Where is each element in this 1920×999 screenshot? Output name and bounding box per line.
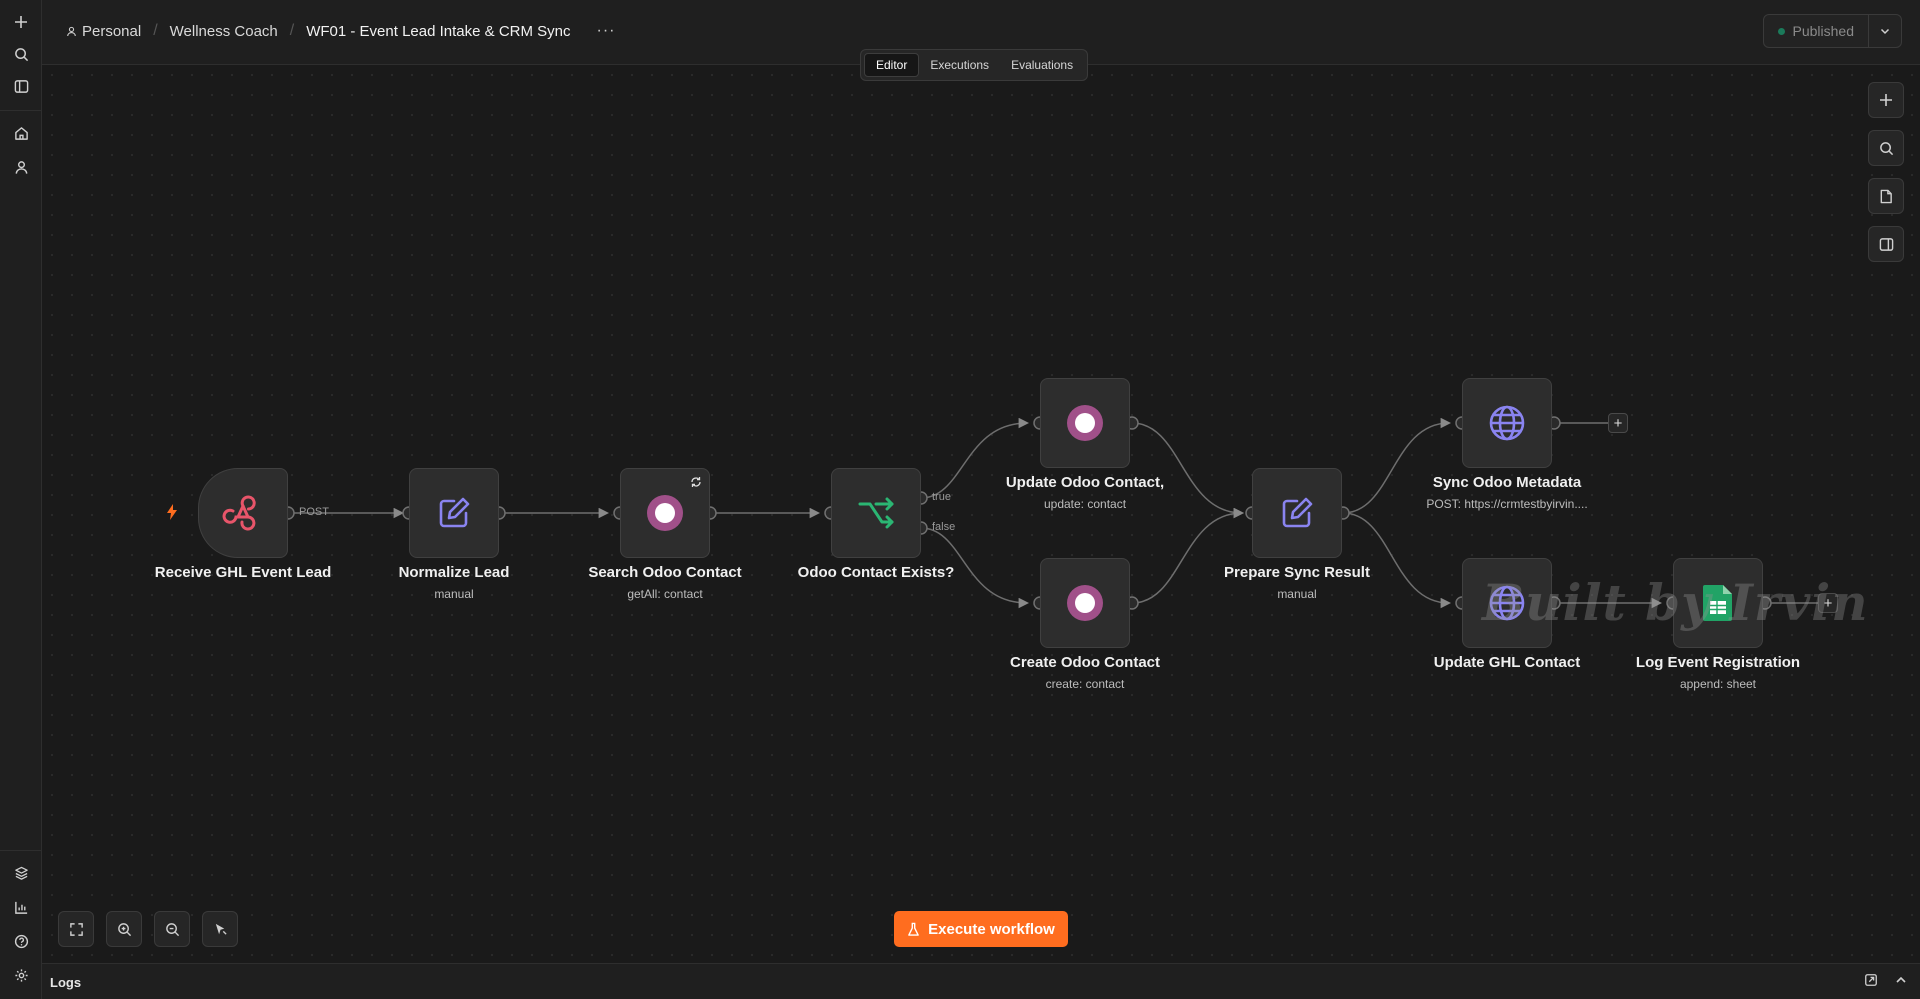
node-log-event-registration[interactable] (1673, 558, 1763, 648)
publish-status-dot (1777, 27, 1785, 35)
sidebar-toggle-icon[interactable] (9, 74, 33, 98)
left-sidebar (0, 0, 42, 999)
node-prepare-sync-result[interactable] (1252, 468, 1342, 558)
published-label: Published (1792, 23, 1855, 39)
edge-label-false: false (932, 521, 956, 533)
add-node-button[interactable]: + (1608, 413, 1628, 433)
node-subtitle: update: contact (1043, 497, 1127, 511)
node-subtitle: getAll: contact (627, 587, 703, 601)
chevron-up-icon[interactable] (1894, 973, 1908, 987)
published-button[interactable]: Published (1764, 15, 1869, 47)
zoom-toolbar (58, 911, 238, 947)
webhook-icon (222, 495, 256, 531)
workflow-canvas[interactable]: Receive GHL Event Lead POST Normalize Le… (42, 65, 1920, 963)
help-icon[interactable] (9, 929, 33, 953)
fit-view-icon[interactable] (58, 911, 94, 947)
globe-icon (1489, 585, 1525, 621)
node-sync-odoo-metadata[interactable] (1462, 378, 1552, 468)
breadcrumb-project[interactable]: Personal (66, 23, 141, 40)
insights-icon[interactable] (9, 895, 33, 919)
templates-icon[interactable] (9, 861, 33, 885)
workflow-name[interactable]: WF01 - Event Lead Intake & CRM Sync (306, 23, 570, 40)
node-update-odoo-contact[interactable] (1040, 378, 1130, 468)
workflow-name-label: WF01 - Event Lead Intake & CRM Sync (306, 22, 571, 40)
node-create-odoo-contact[interactable] (1040, 558, 1130, 648)
more-options-button[interactable]: ··· (597, 22, 616, 40)
sticky-note-icon[interactable] (1868, 178, 1904, 214)
odoo-icon (647, 495, 683, 531)
odoo-icon (1067, 405, 1103, 441)
node-title: Search Odoo Contact (588, 564, 742, 581)
logs-label: Logs (50, 975, 82, 990)
node-title: Normalize Lead (398, 564, 510, 581)
edge-label-true: true (932, 491, 951, 503)
tab-editor[interactable]: Editor (864, 53, 920, 77)
breadcrumb-folder[interactable]: Wellness Coach (170, 23, 278, 40)
node-subtitle: create: contact (1045, 677, 1125, 691)
node-title: Sync Odoo Metadata (1432, 474, 1582, 491)
refresh-icon (691, 477, 701, 487)
node-subtitle: append: sheet (1679, 677, 1757, 691)
pop-out-icon[interactable] (1864, 973, 1878, 987)
execute-workflow-button[interactable]: Execute workflow (894, 911, 1068, 947)
breadcrumb-separator: / (153, 22, 158, 39)
execute-workflow-label: Execute workflow (928, 920, 1055, 938)
search-icon[interactable] (9, 42, 33, 66)
node-update-ghl-contact[interactable] (1462, 558, 1552, 648)
odoo-icon (1067, 585, 1103, 621)
tab-evaluations[interactable]: Evaluations (1000, 53, 1084, 77)
tab-executions[interactable]: Executions (919, 53, 1000, 77)
add-node-button[interactable]: + (1818, 593, 1838, 613)
add-icon[interactable] (9, 10, 33, 34)
node-title: Odoo Contact Exists? (797, 564, 955, 581)
logs-panel-bar[interactable]: Logs (42, 963, 1920, 999)
home-icon[interactable] (9, 121, 33, 145)
node-subtitle: POST: https://crmtestbyirvin.... (1426, 497, 1588, 511)
panel-toggle-icon[interactable] (1868, 226, 1904, 262)
user-icon (67, 26, 76, 36)
edit-fields-icon (1282, 497, 1313, 528)
node-title: Update GHL Contact (1433, 654, 1581, 671)
zoom-in-icon[interactable] (106, 911, 142, 947)
chevron-down-icon[interactable] (1869, 15, 1901, 47)
node-normalize-lead[interactable] (409, 468, 499, 558)
breadcrumb-separator: / (289, 22, 295, 39)
hidden-placeholder (9, 192, 33, 216)
globe-icon (1489, 405, 1525, 441)
trigger-bolt-icon (165, 503, 179, 526)
node-odoo-contact-exists[interactable] (831, 468, 921, 558)
edge-label-post: POST (299, 506, 329, 518)
search-icon[interactable] (1868, 130, 1904, 166)
node-title: Receive GHL Event Lead (154, 564, 332, 581)
edit-fields-icon (439, 497, 470, 528)
node-receive-ghl-event-lead[interactable] (198, 468, 288, 558)
settings-icon[interactable] (9, 963, 33, 987)
node-subtitle: manual (434, 587, 474, 601)
logs-actions (1864, 973, 1908, 987)
node-title: Create Odoo Contact (1009, 654, 1160, 671)
view-tabs: Editor Executions Evaluations (860, 49, 1089, 81)
zoom-out-icon[interactable] (154, 911, 190, 947)
breadcrumb-project-label: Personal (82, 22, 142, 40)
node-title: Log Event Registration (1635, 654, 1801, 671)
node-search-odoo-contact[interactable] (620, 468, 710, 558)
node-title: Update Odoo Contact, (1005, 474, 1165, 491)
node-subtitle: manual (1277, 587, 1317, 601)
if-branch-icon (858, 497, 894, 529)
canvas-right-toolbar (1868, 82, 1904, 274)
add-node-icon[interactable] (1868, 82, 1904, 118)
user-icon[interactable] (9, 155, 33, 179)
node-title: Prepare Sync Result (1224, 564, 1370, 581)
flask-icon (908, 922, 919, 936)
breadcrumb: Personal / Wellness Coach / WF01 - Event… (66, 22, 615, 40)
publish-control: Published (1762, 14, 1902, 48)
google-sheets-icon (1703, 585, 1732, 621)
breadcrumb-folder-label: Wellness Coach (169, 22, 278, 40)
tidy-up-icon[interactable] (202, 911, 238, 947)
